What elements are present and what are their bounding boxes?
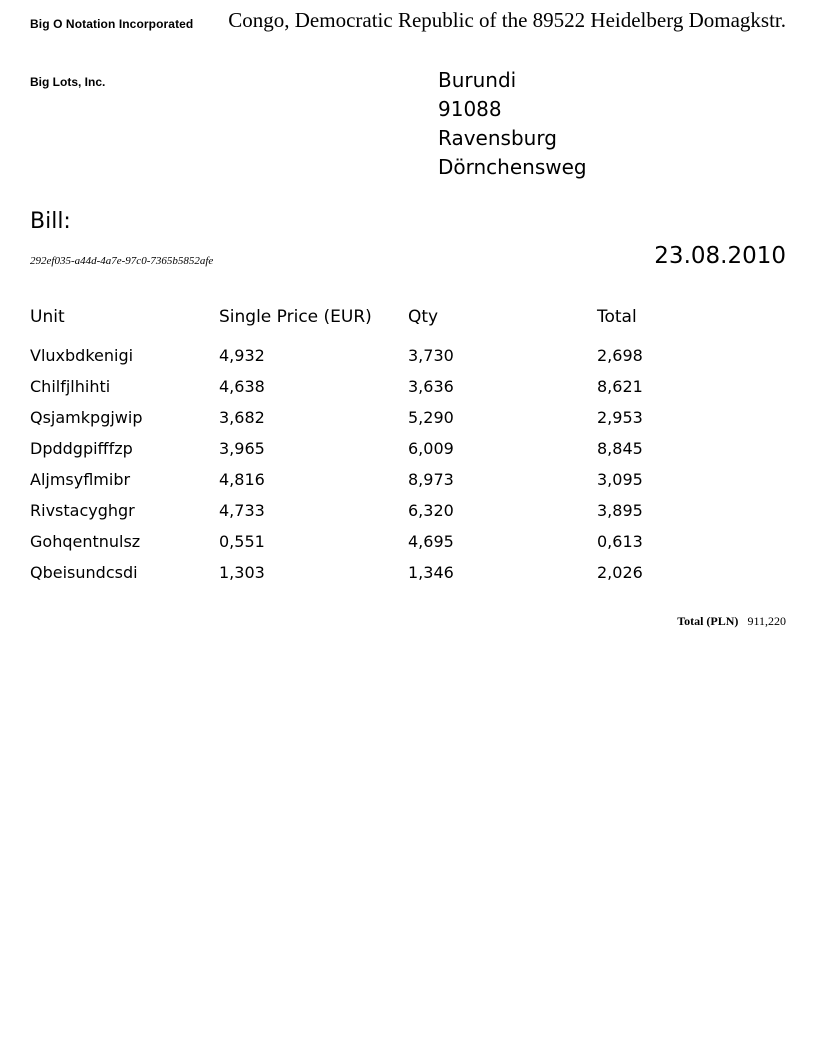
recipient-address: Burundi 91088 Ravensburg Dörnchensweg [438,66,587,182]
cell-unit: Gohqentnulsz [30,532,141,551]
table-row: Chilfjlhihti 4,638 3,636 8,621 [30,371,786,402]
cell-unit: Qsjamkpgjwip [30,408,143,427]
items-table: Unit Single Price (EUR) Qty Total Vluxbd… [30,304,786,588]
cell-total: 2,698 [597,346,643,365]
cell-total: 2,026 [597,563,643,582]
cell-single-price: 1,303 [219,563,265,582]
cell-unit: Rivstacyghgr [30,501,135,520]
header-total: Total [597,307,637,327]
cell-unit: Aljmsyflmibr [30,470,131,489]
recipient-company: Big Lots, Inc. [30,75,106,89]
table-row: Qsjamkpgjwip 3,682 5,290 2,953 [30,402,786,433]
table-row: Gohqentnulsz 0,551 4,695 0,613 [30,526,786,557]
table-row: Rivstacyghgr 4,733 6,320 3,895 [30,495,786,526]
cell-qty: 4,695 [408,532,454,551]
table-row: Qbeisundcsdi 1,303 1,346 2,026 [30,557,786,588]
cell-single-price: 3,965 [219,439,265,458]
cell-single-price: 4,816 [219,470,265,489]
cell-unit: Qbeisundcsdi [30,563,138,582]
cell-single-price: 3,682 [219,408,265,427]
sender-company: Big O Notation Incorporated [30,17,194,31]
cell-qty: 8,973 [408,470,454,489]
cell-unit: Vluxbdkenigi [30,346,134,365]
bill-date: 23.08.2010 [654,243,786,269]
cell-total: 8,621 [597,377,643,396]
cell-qty: 3,730 [408,346,454,365]
grand-total-label: Total (PLN) [677,614,739,628]
cell-total: 3,095 [597,470,643,489]
cell-qty: 6,320 [408,501,454,520]
cell-unit: Dpddgpifffzp [30,439,133,458]
recipient-postal-code: 91088 [438,97,502,121]
header-qty: Qty [408,307,439,327]
header-single-price: Single Price (EUR) [219,307,372,327]
cell-total: 8,845 [597,439,643,458]
cell-qty: 3,636 [408,377,454,396]
cell-unit: Chilfjlhihti [30,377,111,396]
recipient-country: Burundi [438,68,517,92]
cell-qty: 6,009 [408,439,454,458]
grand-total: Total (PLN) 911,220 [677,614,786,629]
cell-total: 2,953 [597,408,643,427]
grand-total-value: 911,220 [747,614,786,628]
bill-id: 292ef035-a44d-4a7e-97c0-7365b5852afe [30,255,214,267]
table-row: Aljmsyflmibr 4,816 8,973 3,095 [30,464,786,495]
bill-heading: Bill: [30,209,71,234]
table-row: Dpddgpifffzp 3,965 6,009 8,845 [30,433,786,464]
table-header-row: Unit Single Price (EUR) Qty Total [30,304,786,330]
cell-single-price: 4,733 [219,501,265,520]
cell-qty: 5,290 [408,408,454,427]
recipient-street: Dörnchensweg [438,155,587,179]
cell-total: 3,895 [597,501,643,520]
table-row: Vluxbdkenigi 4,932 3,730 2,698 [30,340,786,371]
cell-single-price: 4,932 [219,346,265,365]
cell-total: 0,613 [597,532,643,551]
header-unit: Unit [30,307,65,327]
recipient-city: Ravensburg [438,126,557,150]
cell-qty: 1,346 [408,563,454,582]
sender-address: Congo, Democratic Republic of the 89522 … [228,8,786,32]
cell-single-price: 0,551 [219,532,265,551]
cell-single-price: 4,638 [219,377,265,396]
